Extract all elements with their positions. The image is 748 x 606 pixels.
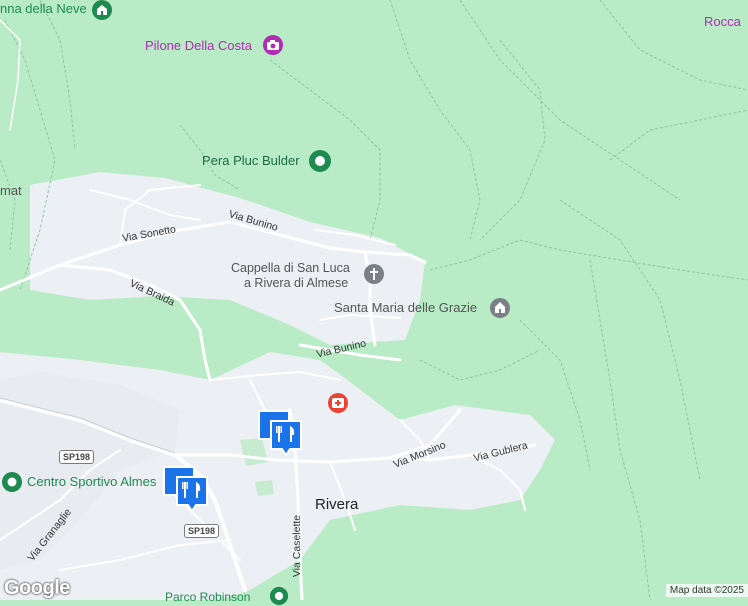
park-icon[interactable] bbox=[308, 149, 332, 173]
place-label-pera: Pera Pluc Bulder bbox=[202, 153, 300, 168]
park-icon[interactable] bbox=[1, 471, 23, 493]
place-label-cappella-2: a Rivera di Almese bbox=[244, 276, 349, 290]
place-label-neve: nna della Neve bbox=[0, 1, 87, 16]
restaurant-marker-icon[interactable] bbox=[268, 418, 304, 458]
street-label-caselette: Via Caselette bbox=[291, 514, 304, 578]
google-logo[interactable]: Google bbox=[4, 577, 70, 600]
road-shield-sp198: SP198 bbox=[59, 450, 95, 464]
church-icon[interactable] bbox=[489, 297, 511, 319]
cross-icon[interactable] bbox=[363, 263, 385, 285]
place-label-centro-sportivo: Centro Sportivo Almes bbox=[27, 474, 157, 489]
place-label-pilone: Pilone Della Costa bbox=[145, 38, 252, 53]
place-label-santa-maria: Santa Maria delle Grazie bbox=[334, 300, 478, 315]
restaurant-marker-icon[interactable] bbox=[174, 474, 210, 514]
place-label-amat: mat bbox=[0, 183, 22, 198]
camera-icon[interactable] bbox=[262, 34, 284, 56]
hospital-icon[interactable] bbox=[327, 392, 349, 414]
park-icon[interactable] bbox=[269, 586, 289, 606]
road-shield-sp198: SP198 bbox=[184, 524, 220, 538]
place-label-cappella-1: Cappella di San Luca bbox=[231, 261, 350, 275]
town-label-rivera: Rivera bbox=[315, 496, 359, 513]
church-icon[interactable] bbox=[91, 0, 113, 22]
place-label-parco: Parco Robinson bbox=[165, 590, 251, 604]
map-attribution[interactable]: Map data ©2025 bbox=[665, 584, 748, 597]
place-label-rocca: Rocca bbox=[704, 14, 741, 29]
